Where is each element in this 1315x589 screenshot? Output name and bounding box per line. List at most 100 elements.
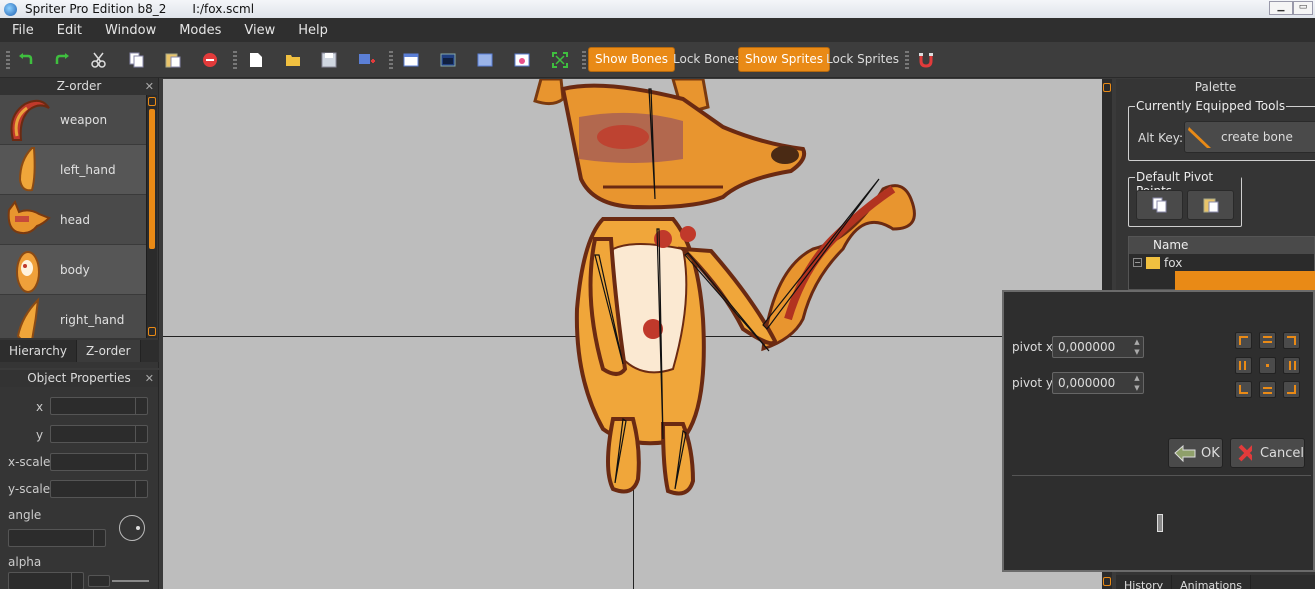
lock-bones-toggle[interactable]: Lock Bones [666,47,748,72]
scroll-up-icon[interactable] [1103,83,1111,92]
pivot-dialog: pivot x 0,000000 ▲ ▼ pivot y 0,000000 ▲ … [1002,290,1315,572]
dialog-divider [1012,475,1311,476]
zorder-item-label: left_hand [60,162,116,177]
align-bottom-right-icon[interactable] [1283,381,1300,398]
scroll-thumb[interactable] [149,109,155,249]
alpha-input[interactable] [8,572,84,589]
paste-icon[interactable] [162,50,184,70]
alpha-grid-icon[interactable] [88,575,110,587]
tab-history[interactable]: History [1116,575,1173,589]
spin-up-icon[interactable]: ▲ [1131,373,1143,383]
toolbar-grip[interactable] [233,51,237,69]
lock-sprites-toggle[interactable]: Lock Sprites [819,47,906,72]
align-center-icon[interactable] [1259,357,1276,374]
align-top-center-icon[interactable] [1259,332,1276,349]
open-folder-icon[interactable] [282,50,304,70]
snap-magnet-icon[interactable] [915,50,937,70]
animation-canvas[interactable] [163,79,1102,589]
check-arrow-icon [1174,444,1196,463]
body-thumbnail [0,245,56,295]
maximize-button[interactable]: ▭ [1293,1,1313,15]
align-bottom-center-icon[interactable] [1259,381,1276,398]
menu-view[interactable]: View [232,23,286,38]
close-icon[interactable]: ✕ [145,78,154,95]
tab-hierarchy[interactable]: Hierarchy [0,340,78,362]
scroll-down-icon[interactable] [1103,577,1111,586]
fox-character[interactable] [163,79,1102,589]
y-label: y [36,428,44,442]
y-input[interactable] [50,425,148,443]
undo-icon[interactable] [15,50,37,70]
minimize-button[interactable]: ▁ [1269,1,1293,15]
new-file-icon[interactable] [245,50,267,70]
toolbar-grip[interactable] [6,51,10,69]
y-scale-input[interactable] [50,480,148,498]
zorder-item-weapon[interactable]: weapon [0,95,146,145]
fit-icon[interactable] [549,50,571,70]
tree-root-label: fox [1164,255,1183,270]
zorder-item-left-hand[interactable]: left_hand [0,145,146,195]
panel-4-icon[interactable] [511,50,533,70]
save-icon[interactable] [318,50,340,70]
zorder-item-right-hand[interactable]: right_hand [0,295,146,338]
zorder-scrollbar[interactable] [146,95,157,338]
redo-icon[interactable] [51,50,73,70]
show-bones-toggle[interactable]: Show Bones [588,47,676,72]
zorder-item-head[interactable]: head [0,195,146,245]
align-bottom-left-icon[interactable] [1235,381,1252,398]
menu-edit[interactable]: Edit [45,23,93,38]
align-top-right-icon[interactable] [1283,332,1300,349]
zorder-item-label: right_hand [60,312,125,327]
ok-button[interactable]: OK [1168,438,1223,468]
zorder-panel-title: Z-order ✕ [0,78,158,95]
close-icon[interactable]: ✕ [145,370,154,387]
alpha-slider[interactable] [112,580,149,582]
panel-3-icon[interactable] [474,50,496,70]
panel-1-icon[interactable] [400,50,422,70]
menu-help[interactable]: Help [286,23,339,38]
paste-icon [1203,198,1218,213]
zorder-item-body[interactable]: body [0,245,146,295]
toolbar-grip[interactable] [582,51,586,69]
x-input[interactable] [50,397,148,415]
scroll-up-icon[interactable] [148,97,156,106]
angle-input[interactable] [8,529,106,547]
x-scale-input[interactable] [50,453,148,471]
delete-icon[interactable] [199,50,221,70]
show-sprites-toggle[interactable]: Show Sprites [738,47,831,72]
add-image-icon[interactable] [356,50,378,70]
create-bone-button[interactable]: create bone [1184,121,1315,153]
toolbar-grip[interactable] [905,51,909,69]
align-middle-left-icon[interactable] [1235,357,1252,374]
zorder-item-label: body [60,262,90,277]
copy-pivot-button[interactable] [1136,190,1183,220]
align-top-left-icon[interactable] [1235,332,1252,349]
menu-window[interactable]: Window [93,23,167,38]
cancel-button[interactable]: Cancel [1230,438,1305,468]
pivot-points-group: Default Pivot Points [1128,170,1242,227]
tree-node-selected[interactable] [1175,271,1315,291]
palette-title: Palette [1116,79,1315,96]
collapse-icon[interactable]: − [1133,258,1142,267]
pivot-preview-handle[interactable] [1157,514,1163,532]
object-properties-panel: Object Properties ✕ x y x-scale y-scale … [0,370,159,589]
menu-modes[interactable]: Modes [167,23,232,38]
tree-node-fox[interactable]: − fox [1129,254,1314,271]
copy-icon[interactable] [126,50,148,70]
scroll-down-icon[interactable] [148,327,156,336]
toolbar-grip[interactable] [389,51,393,69]
menu-file[interactable]: File [0,23,45,38]
spin-down-icon[interactable]: ▼ [1131,347,1143,357]
align-middle-right-icon[interactable] [1283,357,1300,374]
spin-down-icon[interactable]: ▼ [1131,383,1143,393]
ok-label: OK [1201,445,1220,461]
tab-zorder[interactable]: Z-order [77,340,141,362]
cut-icon[interactable] [88,50,110,70]
tab-animations[interactable]: Animations [1172,575,1251,589]
panel-2-icon[interactable] [437,50,459,70]
paste-pivot-button[interactable] [1187,190,1234,220]
angle-dial[interactable] [119,515,145,541]
angle-label: angle [8,508,42,522]
spin-up-icon[interactable]: ▲ [1131,337,1143,347]
alt-key-label: Alt Key: [1138,131,1183,145]
